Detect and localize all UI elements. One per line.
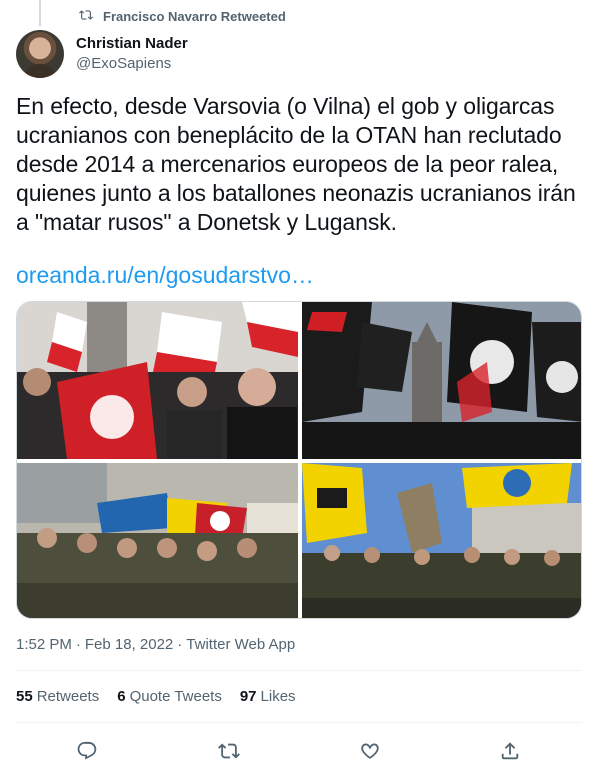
author-display-name[interactable]: Christian Nader — [76, 34, 188, 54]
retweet-context: Francisco Navarro Retweeted — [79, 8, 286, 24]
retweet-context-label[interactable]: Francisco Navarro Retweeted — [103, 9, 286, 24]
quote-tweets-stat[interactable]: 6 Quote Tweets — [117, 688, 222, 705]
tweet-header: Christian Nader @ExoSapiens — [16, 30, 188, 78]
tweet-actions — [0, 736, 598, 766]
media-grid — [16, 301, 582, 619]
reply-icon[interactable] — [74, 738, 100, 764]
meta-separator: · — [75, 636, 81, 653]
tweet-date[interactable]: Feb 18, 2022 — [85, 636, 173, 653]
avatar[interactable] — [16, 30, 64, 78]
tweet-link[interactable]: oreanda.ru/en/gosudarstvo… — [16, 261, 314, 290]
stat-count: 97 — [239, 688, 257, 705]
divider — [16, 722, 582, 723]
tweet-meta: 1:52 PM · Feb 18, 2022 · Twitter Web App — [16, 636, 295, 653]
tweet-time[interactable]: 1:52 PM — [16, 636, 72, 653]
photo-1[interactable] — [17, 302, 298, 459]
like-icon[interactable] — [357, 738, 383, 764]
tweet-stats: 55 Retweets 6 Quote Tweets 97 Likes — [16, 688, 296, 705]
meta-separator: · — [177, 636, 183, 653]
photo-4[interactable] — [302, 463, 581, 618]
photo-3[interactable] — [17, 463, 298, 618]
stat-count: 6 — [117, 688, 126, 705]
retweet-icon[interactable] — [216, 738, 242, 764]
stat-count: 55 — [16, 688, 33, 705]
thread-line — [39, 0, 41, 26]
retweets-stat[interactable]: 55 Retweets — [16, 688, 99, 705]
retweet-icon — [79, 8, 93, 25]
stat-label: Retweets — [36, 688, 100, 705]
stat-label: Likes — [260, 688, 296, 705]
likes-stat[interactable]: 97 Likes — [240, 688, 296, 705]
tweet-source[interactable]: Twitter Web App — [186, 636, 295, 653]
photo-2[interactable] — [302, 302, 581, 459]
divider — [16, 670, 582, 671]
tweet-text: En efecto, desde Varsovia (o Vilna) el g… — [16, 93, 576, 235]
author-handle[interactable]: @ExoSapiens — [76, 54, 188, 74]
share-icon[interactable] — [497, 738, 523, 764]
stat-label: Quote Tweets — [129, 688, 222, 705]
